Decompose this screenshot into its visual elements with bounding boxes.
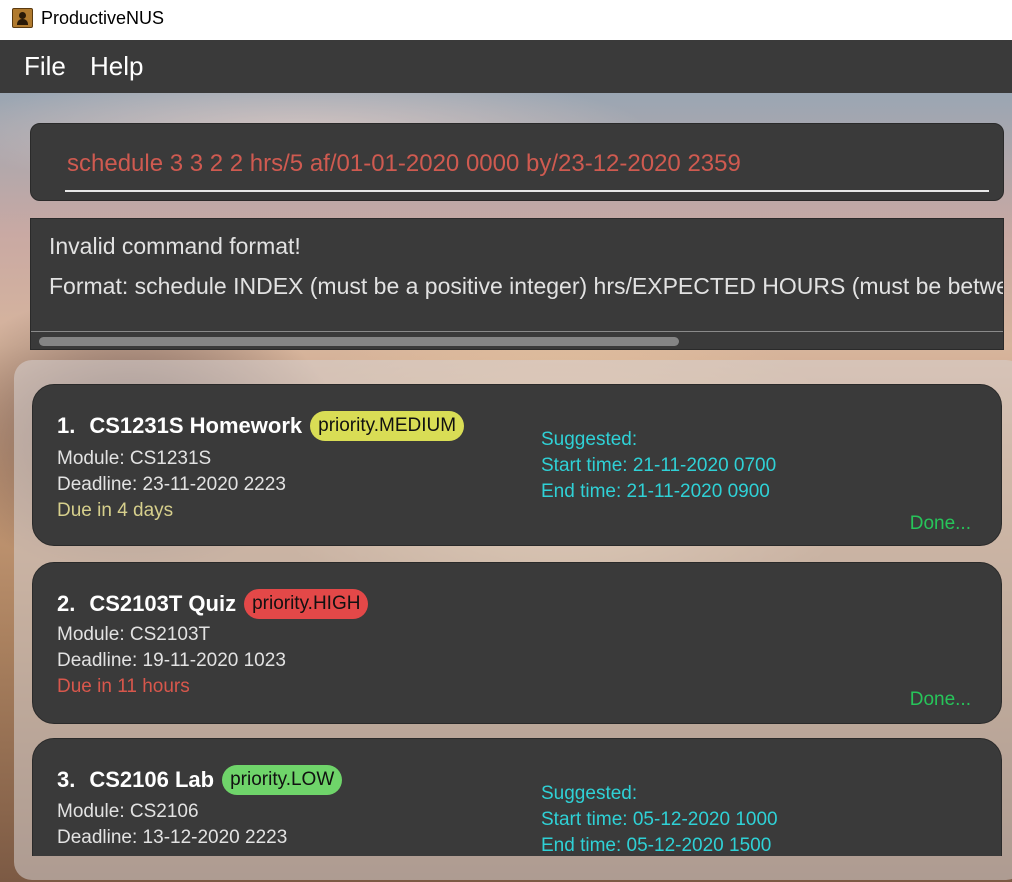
suggested-label: Suggested: bbox=[541, 429, 638, 450]
task-module: Module: CS1231S bbox=[57, 448, 212, 469]
result-message-title: Invalid command format! bbox=[49, 233, 301, 259]
result-horizontal-scrollbar[interactable] bbox=[31, 333, 1003, 349]
task-name: CS2106 Lab bbox=[89, 767, 215, 792]
suggested-end-time: End time: 21-11-2020 0900 bbox=[541, 481, 770, 502]
priority-badge: priority.HIGH bbox=[244, 589, 369, 619]
done-status: Done... bbox=[909, 513, 971, 534]
task-due-status: Due in 11 hours bbox=[57, 676, 190, 697]
task-due-status: Due in 4 days bbox=[57, 500, 174, 521]
result-scroll-thumb[interactable] bbox=[39, 337, 679, 346]
task-index: 3. bbox=[57, 767, 76, 792]
window-titlebar: ProductiveNUS bbox=[0, 0, 1012, 40]
result-divider bbox=[31, 331, 1003, 332]
app-contact-icon bbox=[12, 8, 33, 28]
task-card[interactable]: 3. CS2106 Lab priority.LOW Module: CS210… bbox=[32, 738, 1002, 856]
task-title: 1. CS1231S Homework priority.MEDIUM bbox=[57, 411, 465, 441]
task-deadline: Deadline: 23-11-2020 2223 bbox=[57, 474, 286, 495]
result-display: Invalid command format! Format: schedule… bbox=[30, 218, 1004, 350]
window-title: ProductiveNUS bbox=[41, 8, 165, 28]
result-message-format: Format: schedule INDEX (must be a positi… bbox=[49, 273, 1004, 299]
suggested-start-time: Start time: 05-12-2020 1000 bbox=[541, 809, 778, 830]
task-index: 1. bbox=[57, 413, 76, 438]
task-name: CS1231S Homework bbox=[89, 413, 303, 438]
suggested-label: Suggested: bbox=[541, 783, 638, 804]
menu-file[interactable]: File bbox=[24, 51, 66, 82]
task-deadline: Deadline: 19-11-2020 1023 bbox=[57, 650, 286, 671]
task-title: 3. CS2106 Lab priority.LOW bbox=[57, 765, 343, 795]
done-status: Done... bbox=[909, 689, 971, 710]
task-module: Module: CS2103T bbox=[57, 624, 211, 645]
command-input[interactable]: schedule 3 3 2 2 hrs/5 af/01-01-2020 000… bbox=[67, 150, 741, 178]
task-deadline: Deadline: 13-12-2020 2223 bbox=[57, 827, 288, 848]
menu-help[interactable]: Help bbox=[90, 51, 143, 82]
priority-badge: priority.MEDIUM bbox=[310, 411, 465, 441]
task-list-viewport[interactable]: 1. CS1231S Homework priority.MEDIUM Modu… bbox=[0, 360, 1012, 856]
command-input-underline bbox=[65, 190, 989, 192]
task-title: 2. CS2103T Quiz priority.HIGH bbox=[57, 589, 369, 619]
command-box[interactable]: schedule 3 3 2 2 hrs/5 af/01-01-2020 000… bbox=[30, 123, 1004, 201]
suggested-start-time: Start time: 21-11-2020 0700 bbox=[541, 455, 777, 476]
task-module: Module: CS2106 bbox=[57, 801, 199, 822]
task-index: 2. bbox=[57, 591, 76, 616]
priority-badge: priority.LOW bbox=[222, 765, 343, 795]
task-card[interactable]: 2. CS2103T Quiz priority.HIGH Module: CS… bbox=[32, 562, 1002, 724]
task-name: CS2103T Quiz bbox=[89, 591, 237, 616]
suggested-end-time: End time: 05-12-2020 1500 bbox=[541, 835, 772, 856]
task-card[interactable]: 1. CS1231S Homework priority.MEDIUM Modu… bbox=[32, 384, 1002, 546]
menu-bar: File Help bbox=[0, 40, 1012, 93]
